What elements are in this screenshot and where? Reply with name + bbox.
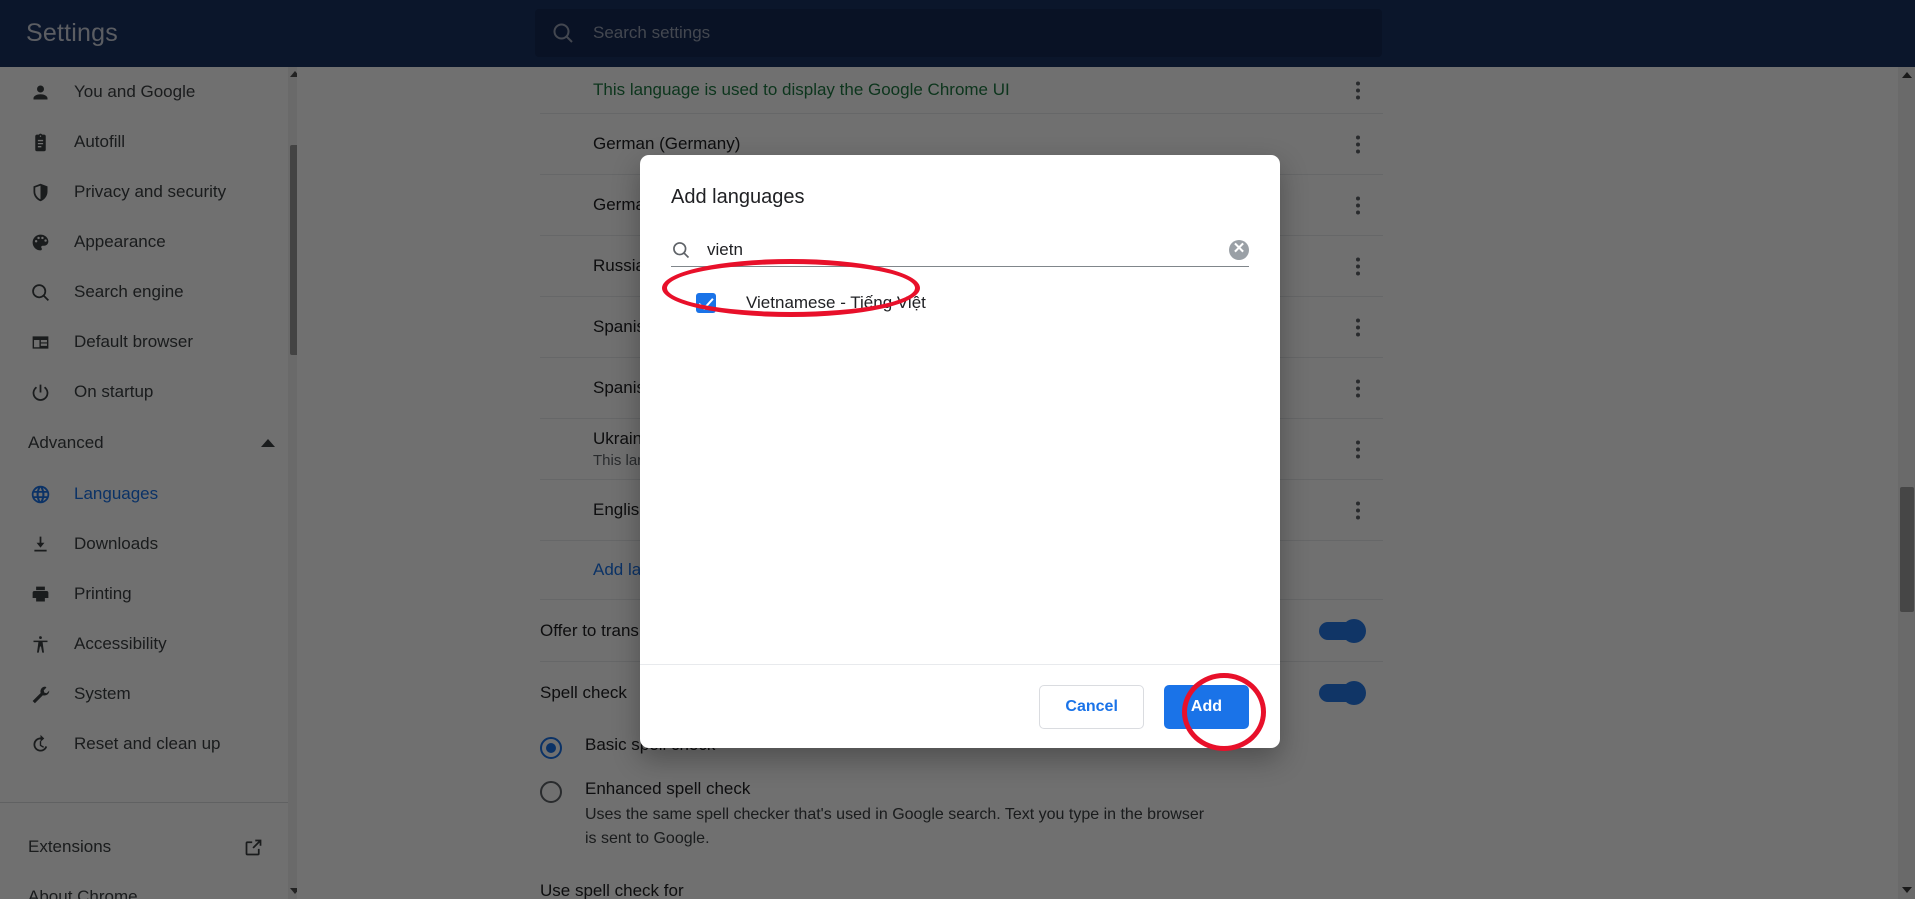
language-option-vietnamese[interactable]: Vietnamese - Tiếng Việt [640, 285, 1280, 321]
dialog-search-field[interactable]: vietn ✕ [671, 233, 1249, 267]
language-option-label: Vietnamese - Tiếng Việt [746, 293, 926, 312]
dialog-footer: Cancel Add [640, 664, 1280, 748]
clear-circle-icon[interactable]: ✕ [1229, 239, 1249, 260]
add-languages-dialog: Add languages vietn ✕ Vietnamese - Tiếng… [640, 155, 1280, 748]
dialog-language-list: Vietnamese - Tiếng Việt [640, 267, 1280, 664]
cancel-button[interactable]: Cancel [1039, 684, 1144, 729]
dialog-search-input-value[interactable]: vietn [707, 240, 1229, 260]
dialog-title: Add languages [671, 186, 805, 208]
search-icon [671, 240, 691, 260]
add-button[interactable]: Add [1163, 684, 1249, 729]
checkbox-icon[interactable] [696, 293, 716, 313]
